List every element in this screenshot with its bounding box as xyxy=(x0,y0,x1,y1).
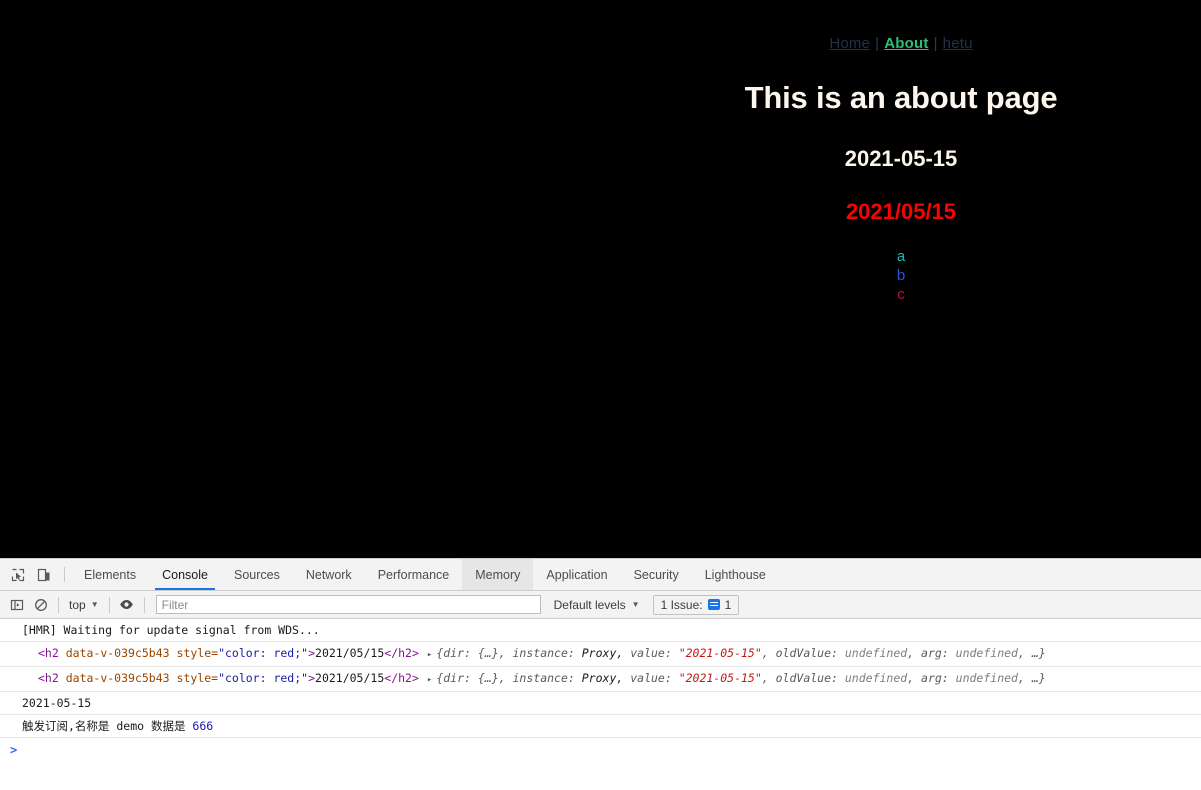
prompt-chevron-icon: > xyxy=(10,743,18,757)
device-toolbar-icon[interactable] xyxy=(31,559,57,590)
log-levels-selector[interactable]: Default levels ▼ xyxy=(550,596,644,614)
letter-item-a: a xyxy=(896,248,906,265)
log-levels-value: Default levels xyxy=(553,597,626,612)
execution-context-value: top xyxy=(69,597,86,612)
console-sidebar-icon[interactable] xyxy=(5,593,29,617)
dom-text-content: 2021/05/15 xyxy=(315,671,385,685)
dom-tag-open: <h2 xyxy=(38,646,59,660)
console-message-row[interactable]: <h2 data-v-039c5b43 style="color: red;">… xyxy=(0,667,1201,692)
chevron-down-icon: ▼ xyxy=(90,600,99,609)
dom-gt: > xyxy=(308,671,316,685)
nav-separator: | xyxy=(875,35,880,52)
dom-style-attr-name: style= xyxy=(176,671,219,685)
console-message-row[interactable]: 2021-05-15 xyxy=(0,692,1201,715)
tab-application[interactable]: Application xyxy=(533,559,620,590)
tab-network[interactable]: Network xyxy=(293,559,365,590)
console-message-text: [HMR] Waiting for update signal from WDS… xyxy=(22,623,320,637)
tab-performance[interactable]: Performance xyxy=(365,559,463,590)
page-title: This is an about page xyxy=(744,80,1058,115)
console-toolbar: top ▼ Default levels ▼ 1 Issue: 1 xyxy=(0,591,1201,619)
tab-lighthouse[interactable]: Lighthouse xyxy=(692,559,779,590)
devtools-tabbar: Elements Console Sources Network Perform… xyxy=(0,559,1201,591)
nav-link-about[interactable]: About xyxy=(884,35,928,52)
dom-style-attr-name: style= xyxy=(176,646,219,660)
nav-link-home[interactable]: Home xyxy=(829,35,870,52)
tab-sources[interactable]: Sources xyxy=(221,559,293,590)
toolbar-divider xyxy=(58,596,59,613)
execution-context-selector[interactable]: top ▼ xyxy=(64,596,104,614)
console-prompt[interactable]: > xyxy=(0,738,1201,757)
issues-label: 1 Issue: xyxy=(660,597,703,612)
toolbar-divider xyxy=(108,596,110,613)
tab-elements[interactable]: Elements xyxy=(71,559,149,590)
dom-tag-close: </h2> xyxy=(384,671,419,685)
tab-memory[interactable]: Memory xyxy=(462,559,534,590)
issue-message-icon xyxy=(707,599,720,610)
tab-security[interactable]: Security xyxy=(621,559,692,590)
issues-count: 1 xyxy=(724,597,732,612)
letter-list: a b c xyxy=(601,247,1201,304)
object-preview[interactable]: {dir: {…}, instance: Proxy, value: "2021… xyxy=(436,671,1045,685)
page-content: Home | About | hetu This is an about page 20… xyxy=(601,0,1201,558)
nav-separator: | xyxy=(933,35,938,52)
console-filter-input[interactable] xyxy=(155,595,541,614)
browser-viewport: Home | About | hetu This is an about page 20… xyxy=(0,0,1201,558)
dom-tag-close: </h2> xyxy=(384,646,419,660)
console-message-text: 触发订阅,名称是 demo 数据是 xyxy=(22,719,193,733)
dom-attr-name: data-v-039c5b43 xyxy=(65,671,170,685)
tab-console[interactable]: Console xyxy=(149,559,221,590)
letter-item-c: c xyxy=(897,286,905,303)
toolbar-divider xyxy=(64,567,65,582)
live-expressions-eye-icon[interactable] xyxy=(115,593,139,617)
expand-triangle-icon[interactable]: ▸ xyxy=(427,672,432,688)
dom-gt: > xyxy=(308,646,316,660)
clear-console-icon[interactable] xyxy=(29,593,53,617)
dom-text-content: 2021/05/15 xyxy=(315,646,385,660)
console-message-text: 2021-05-15 xyxy=(22,696,92,710)
console-message-row[interactable]: [HMR] Waiting for update signal from WDS… xyxy=(0,619,1201,642)
main-navigation: Home | About | hetu xyxy=(601,0,1201,55)
date-plain-heading: 2021-05-15 xyxy=(844,146,958,171)
console-message-row[interactable]: <h2 data-v-039c5b43 style="color: red;">… xyxy=(0,642,1201,667)
issues-button[interactable]: 1 Issue: 1 xyxy=(652,594,740,615)
nav-link-hetu[interactable]: hetu xyxy=(943,35,973,52)
chevron-down-icon: ▼ xyxy=(631,600,640,609)
dom-tag-open: <h2 xyxy=(38,671,59,685)
dom-attr-name: data-v-039c5b43 xyxy=(65,646,170,660)
letter-item-b: b xyxy=(896,267,906,284)
console-log: [HMR] Waiting for update signal from WDS… xyxy=(0,619,1201,757)
devtools-panel: Elements Console Sources Network Perform… xyxy=(0,558,1201,790)
console-message-number: 666 xyxy=(192,719,214,733)
object-preview[interactable]: {dir: {…}, instance: Proxy, value: "2021… xyxy=(436,646,1045,660)
expand-triangle-icon[interactable]: ▸ xyxy=(427,647,432,663)
inspect-element-icon[interactable] xyxy=(5,559,31,590)
dom-style-attr-value: "color: red;" xyxy=(218,646,309,660)
toolbar-divider xyxy=(143,596,145,613)
dom-style-attr-value: "color: red;" xyxy=(218,671,309,685)
console-message-row[interactable]: 触发订阅,名称是 demo 数据是 666 xyxy=(0,715,1201,738)
date-red-heading: 2021/05/15 xyxy=(845,199,957,224)
